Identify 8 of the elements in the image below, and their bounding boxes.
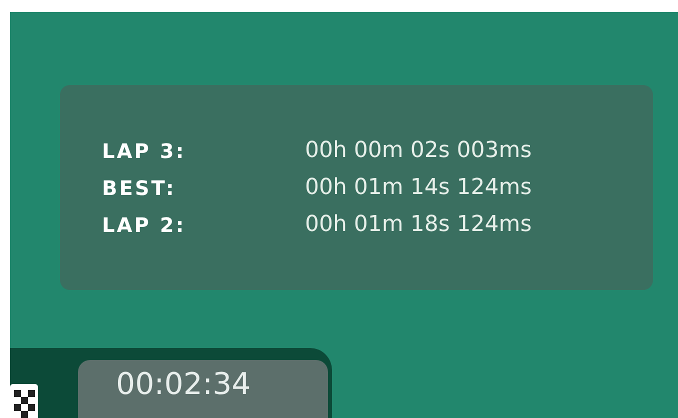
lap-label: BEST: xyxy=(102,174,177,202)
lap-time: 00h 01m 18s 124ms xyxy=(305,211,532,239)
lap-label: LAP 3: xyxy=(102,138,187,164)
lap-time: 00h 01m 14s 124ms xyxy=(305,174,532,202)
lap-label: LAP 2: xyxy=(102,212,187,238)
lap-time: 00h 00m 02s 003ms xyxy=(305,137,532,165)
checkered-flag-icon xyxy=(10,384,38,418)
race-timer: 00:02:34 xyxy=(78,360,328,418)
